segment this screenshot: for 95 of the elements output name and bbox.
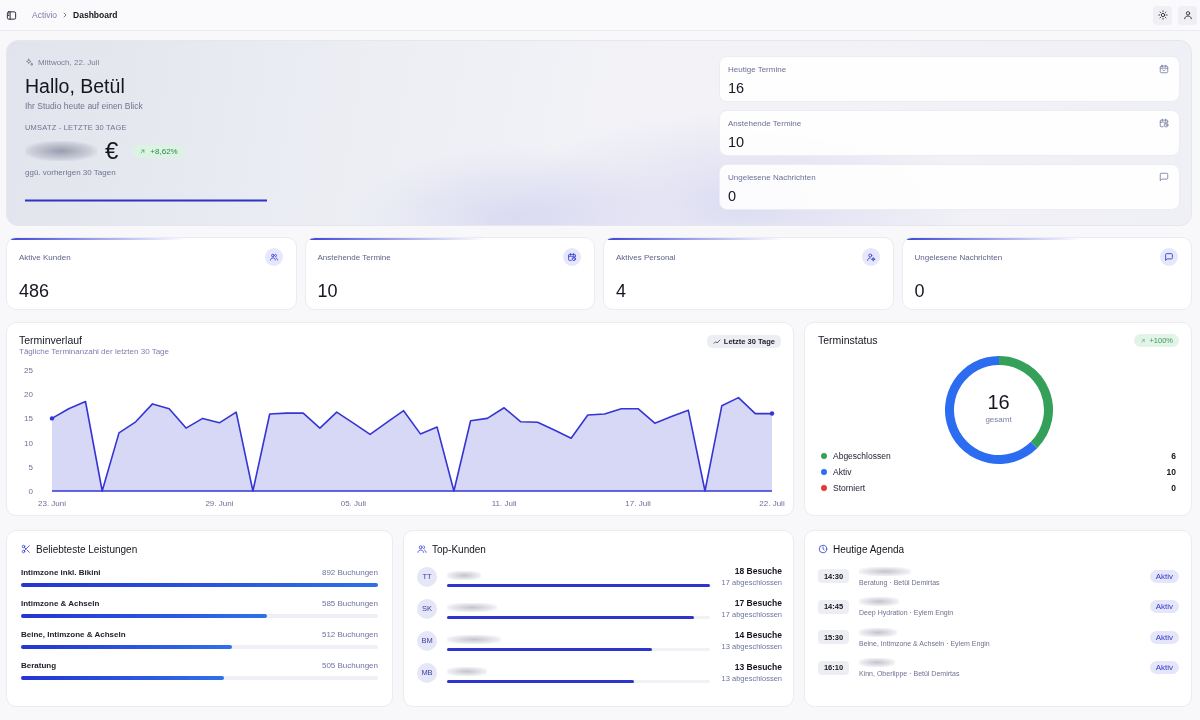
user-icon: [1182, 10, 1193, 20]
legend-label: Storniert: [833, 483, 866, 493]
booking-count: 892 Buchungen: [321, 568, 378, 577]
stat-label: Ungelesene Nachrichten: [914, 252, 1003, 262]
axis-label: 5: [28, 462, 33, 472]
panel-icon: [5, 9, 17, 21]
legend-count: 10: [1166, 467, 1176, 477]
axis-label: 05. Juli: [340, 499, 367, 508]
stat-label: Aktive Kunden: [19, 252, 71, 262]
status-badge: Aktiv: [1149, 630, 1179, 644]
axis-label: 29. Juni: [205, 499, 234, 508]
blurred-name: [859, 566, 911, 576]
blurred-name: [447, 570, 481, 580]
summary-label: Ungelesene Nachrichten: [728, 172, 816, 182]
account-button[interactable]: [1178, 5, 1197, 25]
user-gear-icon: [861, 248, 880, 266]
status-badge: Aktiv: [1149, 661, 1179, 674]
chart-title: Terminverlauf: [19, 334, 84, 347]
axis-label: 15: [24, 414, 33, 424]
summary-value: 0: [728, 188, 738, 204]
date-text: Mittwoch, 22. Juli: [38, 58, 100, 67]
theme-button[interactable]: [1153, 5, 1172, 25]
arrow-up-right-icon: [1140, 337, 1147, 344]
visit-count: 18 Besuche: [734, 565, 782, 577]
blurred-name: [859, 658, 895, 667]
calendar-clock-icon: [1159, 118, 1169, 128]
users-icon: [264, 248, 283, 266]
summary-label: Anstehende Termine: [728, 118, 802, 128]
chart-subtitle: Tägliche Terminanzahl der letzten 30 Tage: [19, 347, 170, 357]
legend-label: Abgeschlossen: [833, 451, 891, 461]
total-label: gesamt: [985, 415, 1012, 424]
legend-count: 0: [1171, 483, 1176, 493]
blurred-name: [859, 627, 897, 637]
blurred-name: [447, 666, 487, 676]
blurred-name: [447, 634, 501, 644]
axis-label: 11. Juli: [491, 499, 517, 508]
summary-label: Heutige Termine: [728, 64, 787, 74]
total-value: 16: [987, 391, 1010, 413]
greeting-subtitle: Ihr Studio heute auf einen Blick: [25, 101, 143, 111]
calendar-clock-icon: [563, 248, 581, 266]
visit-count: 17 Besuche: [734, 597, 782, 609]
blurred-amount: [25, 141, 97, 161]
sparkle-icon: [25, 58, 34, 67]
endpoint-marker: [49, 416, 55, 421]
change-value: +8,62%: [150, 146, 178, 156]
panel-title: Beliebteste Leistungen: [36, 543, 138, 555]
booking-count: 585 Buchungen: [321, 599, 378, 608]
trend-icon: [712, 337, 721, 346]
sun-icon: [1157, 10, 1168, 20]
service-name: Beratung: [21, 661, 57, 670]
legend-count: 6: [1171, 451, 1176, 461]
greeting-heading: Hallo, Betül: [25, 75, 125, 98]
stat-value: 10: [317, 281, 339, 301]
arrow-up-right-icon: [139, 147, 147, 155]
axis-label: 17. Juli: [625, 499, 651, 508]
service-name: Intimzone inkl. Bikini: [21, 568, 101, 577]
booking-count: 512 Buchungen: [321, 630, 378, 639]
breadcrumb-link[interactable]: Activio: [32, 10, 58, 20]
axis-label: 22. Juli: [759, 499, 785, 508]
service-name: Intimzone & Achseln: [21, 599, 100, 608]
service-name: Beine, Intimzone & Achseln: [21, 630, 126, 639]
panel-title: Top-Kunden: [432, 543, 486, 555]
comparison-text: ggü. vorherigen 30 Tagen: [25, 168, 116, 177]
scissors-icon: [21, 544, 31, 554]
current-page-title: Dashboard: [73, 10, 118, 20]
axis-label: 20: [24, 390, 33, 400]
stat-value: 4: [616, 281, 627, 301]
stat-label: Anstehende Termine: [317, 252, 391, 262]
axis-label: 10: [24, 438, 33, 448]
stat-label: Aktives Personal: [616, 252, 676, 262]
axis-label: 25: [24, 366, 33, 375]
chat-icon: [1159, 172, 1169, 182]
summary-value: 10: [728, 134, 746, 150]
visit-count: 14 Besuche: [734, 629, 782, 641]
summary-value: 16: [728, 80, 746, 96]
stat-value: 0: [914, 281, 926, 301]
axis-label: 23. Juni: [38, 499, 66, 508]
chat-icon: [1160, 248, 1178, 266]
blurred-name: [859, 597, 899, 606]
blurred-name: [447, 602, 497, 612]
clock-icon: [818, 544, 828, 554]
calendar-icon: [1159, 64, 1169, 74]
users-icon: [417, 544, 427, 554]
status-badge: Aktiv: [1149, 600, 1179, 613]
axis-label: 0: [28, 487, 33, 496]
sidebar-toggle-button[interactable]: [4, 8, 18, 22]
chart-title: Terminstatus: [818, 334, 878, 347]
endpoint-marker: [769, 411, 775, 416]
panel-title: Heutige Agenda: [833, 543, 905, 555]
status-badge: Aktiv: [1149, 569, 1179, 583]
legend-label: Aktiv: [833, 467, 852, 477]
booking-count: 505 Buchungen: [321, 661, 378, 670]
visit-count: 13 Besuche: [734, 661, 782, 673]
currency-sign: €: [105, 138, 119, 164]
stat-value: 486: [19, 281, 51, 301]
